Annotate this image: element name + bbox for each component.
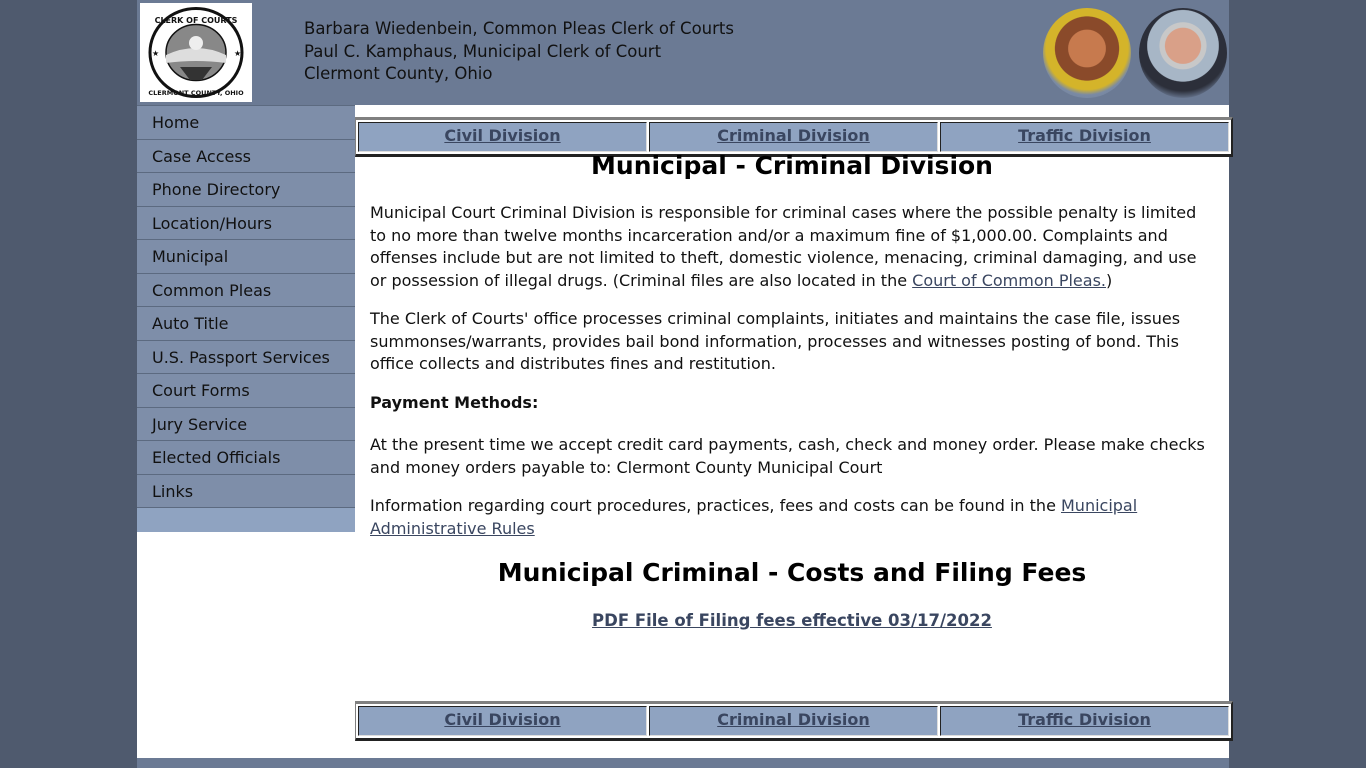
payment-methods-heading: Payment Methods:: [370, 392, 539, 412]
page: CLERK OF COURTS CLERMONT COUNTY, OHIO ★ …: [137, 0, 1233, 768]
sidebar-nav: Home Case Access Phone Directory Locatio…: [137, 105, 355, 532]
intro-paragraph: Municipal Court Criminal Division is res…: [370, 202, 1215, 292]
admin-rules-paragraph: Information regarding court procedures, …: [370, 495, 1215, 540]
sidebar-item-location-hours[interactable]: Location/Hours: [137, 206, 355, 240]
footer-bar: [137, 758, 1229, 768]
header: CLERK OF COURTS CLERMONT COUNTY, OHIO ★ …: [137, 0, 1229, 105]
sidebar-item-home[interactable]: Home: [137, 105, 355, 140]
sidebar-item-passport-services[interactable]: U.S. Passport Services: [137, 340, 355, 374]
criminal-division-link[interactable]: Criminal Division: [649, 706, 938, 736]
fees-section-title: Municipal Criminal - Costs and Filing Fe…: [497, 558, 1087, 587]
civil-division-link[interactable]: Civil Division: [358, 122, 647, 152]
portrait-photo-common-pleas-clerk: [1043, 8, 1131, 98]
seal-bottom-text: CLERMONT COUNTY, OHIO: [148, 89, 244, 97]
sidebar-item-common-pleas[interactable]: Common Pleas: [137, 273, 355, 307]
clerk-of-courts-seal-logo[interactable]: CLERK OF COURTS CLERMONT COUNTY, OHIO ★ …: [140, 3, 252, 102]
seal-top-text: CLERK OF COURTS: [155, 16, 238, 25]
sidebar-item-case-access[interactable]: Case Access: [137, 139, 355, 173]
clerk-duties-paragraph: The Clerk of Courts' office processes cr…: [370, 309, 1181, 373]
sidebar-item-municipal[interactable]: Municipal: [137, 240, 355, 274]
sidebar-item-elected-officials[interactable]: Elected Officials: [137, 441, 355, 475]
pdf-link-container: PDF File of Filing fees effective 03/17/…: [355, 611, 1229, 630]
header-officials-text: Barbara Wiedenbein, Common Pleas Clerk o…: [304, 18, 734, 86]
sidebar-item-court-forms[interactable]: Court Forms: [137, 374, 355, 408]
payment-methods-paragraph: At the present time we accept credit car…: [370, 435, 1205, 477]
intro-tail: ): [1106, 270, 1113, 290]
sidebar-item-links[interactable]: Links: [137, 474, 355, 508]
filing-fees-pdf-link[interactable]: PDF File of Filing fees effective 03/17/…: [592, 611, 992, 630]
court-of-common-pleas-link[interactable]: Court of Common Pleas.: [912, 271, 1106, 290]
traffic-division-link[interactable]: Traffic Division: [940, 706, 1229, 736]
header-line-municipal-clerk: Paul C. Kamphaus, Municipal Clerk of Cou…: [304, 41, 662, 61]
civil-division-link[interactable]: Civil Division: [358, 706, 647, 736]
body-text: Municipal Court Criminal Division is res…: [370, 202, 1215, 556]
admin-rules-text: Information regarding court procedures, …: [370, 496, 1061, 515]
page-title: Municipal - Criminal Division: [591, 151, 993, 180]
criminal-division-link[interactable]: Criminal Division: [649, 122, 938, 152]
main-content: Civil Division Criminal Division Traffic…: [355, 105, 1233, 758]
officials-portraits: [1043, 8, 1228, 100]
traffic-division-link[interactable]: Traffic Division: [940, 122, 1229, 152]
star-icon: ★: [234, 49, 241, 58]
sidebar-item-auto-title[interactable]: Auto Title: [137, 307, 355, 341]
sidebar-item-phone-directory[interactable]: Phone Directory: [137, 173, 355, 207]
division-nav-bottom: Civil Division Criminal Division Traffic…: [355, 701, 1233, 741]
star-icon: ★: [152, 49, 159, 58]
portrait-photo-municipal-clerk: [1139, 8, 1227, 98]
sidebar-item-jury-service[interactable]: Jury Service: [137, 407, 355, 441]
header-line-common-pleas-clerk: Barbara Wiedenbein, Common Pleas Clerk o…: [304, 19, 734, 38]
header-line-county: Clermont County, Ohio: [304, 64, 493, 83]
